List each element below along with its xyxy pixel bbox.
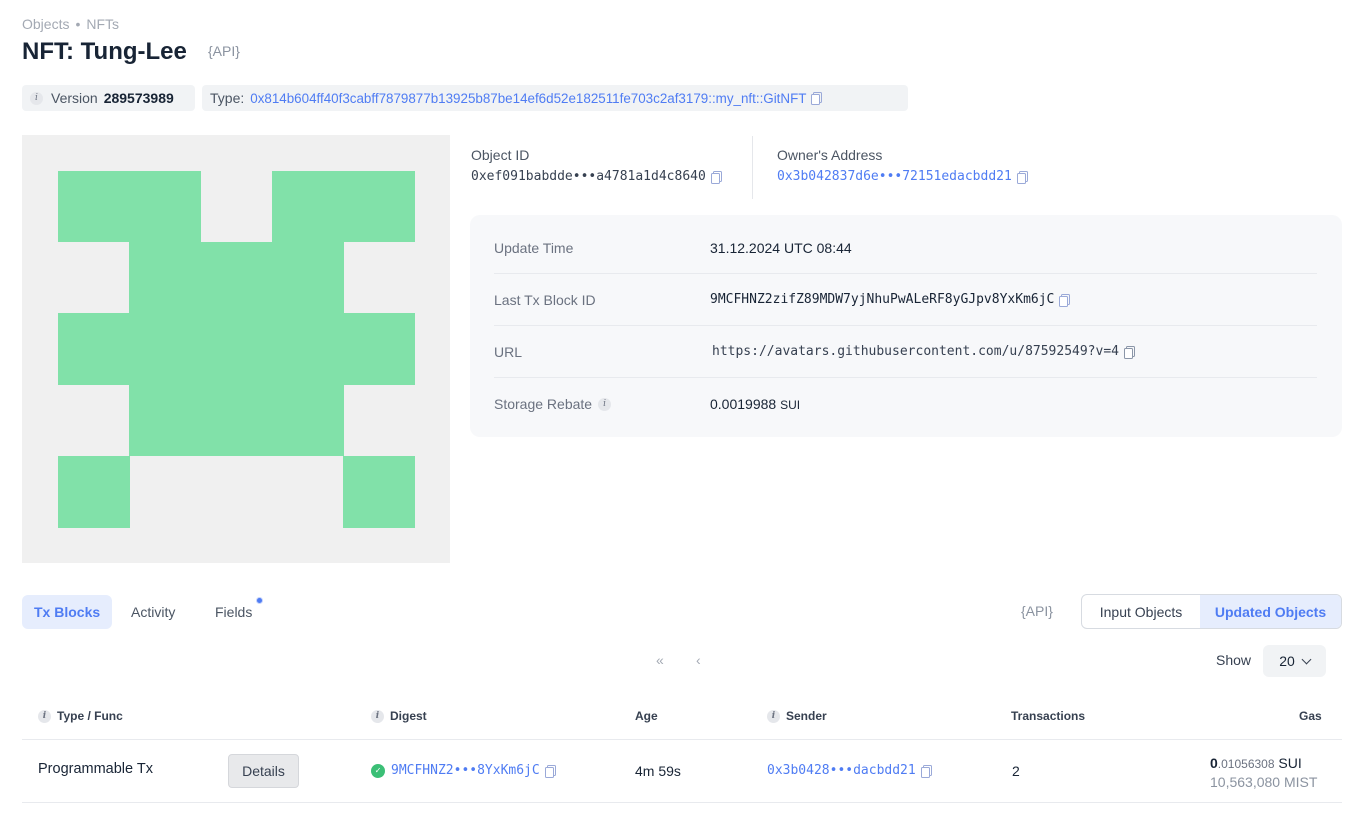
last-tx-link[interactable]: 9MCFHNZ2zifZ89MDW7yjNhuPwALeRF8yGJpv8YxK… [710,292,1054,307]
version-pill: i Version 289573989 [22,85,195,111]
show-label: Show [1216,652,1252,668]
api-button[interactable]: {API} [208,43,240,59]
owner-label: Owner's Address [777,147,883,163]
updated-objects-option[interactable]: Updated Objects [1200,595,1341,628]
input-objects-option[interactable]: Input Objects [1082,595,1200,628]
copy-icon[interactable] [1059,293,1071,307]
digest-link[interactable]: 9MCFHNZ2•••8YxKm6jC [391,763,540,778]
copy-icon[interactable] [811,92,823,105]
notification-dot [256,597,263,604]
owner-address-link[interactable]: 0x3b042837d6e•••72151edacbdd21 [777,169,1012,184]
copy-icon[interactable] [544,764,556,778]
objects-toggle: Input Objects Updated Objects [1081,594,1342,629]
copy-icon[interactable] [1016,170,1028,184]
info-icon[interactable]: i [371,709,384,723]
detail-row-storage-rebate: Storage Rebate i 0.0019988 SUI [494,378,1317,430]
object-id-block: Object ID 0xef091babdde•••a4781a1d4c8640 [471,147,722,184]
nft-pixel [129,385,344,456]
object-id-label: Object ID [471,147,530,163]
type-label: Type: [210,90,245,106]
nft-image [22,135,450,563]
breadcrumb-separator: • [75,16,81,32]
col-header-gas: Gas [1299,709,1322,723]
col-header-transactions: Transactions [1011,709,1086,723]
copy-icon[interactable] [1124,345,1135,359]
detail-row-url: URL https://avatars.githubusercontent.co… [494,326,1317,378]
detail-value: 31.12.2024 UTC 08:44 [710,239,852,256]
page-size-value: 20 [1279,653,1295,669]
breadcrumb-objects[interactable]: Objects [22,16,69,32]
detail-label: Update Time [494,239,574,256]
gas-mist: 10,563,080 MIST [1210,774,1318,790]
gas-value: 0.01056308 SUI 10,563,080 MIST [1210,755,1318,790]
divider [22,802,1342,803]
nft-pixel [129,242,344,313]
page-title: NFT: Tung-Lee [22,38,187,65]
sender-link[interactable]: 0x3b0428•••dacbdd21 [767,763,916,778]
prev-page-icon[interactable]: ‹ [696,652,701,668]
type-pill: Type: 0x814b604ff40f3cabff7879877b13925b… [202,85,908,111]
detail-row-last-tx: Last Tx Block ID 9MCFHNZ2zifZ89MDW7yjNhu… [494,274,1317,326]
breadcrumb: Objects • NFTs [22,16,119,32]
info-icon[interactable]: i [767,709,780,723]
divider [22,739,1342,740]
details-button[interactable]: Details [228,754,299,788]
storage-rebate-unit: SUI [780,398,801,412]
transactions-value: 2 [1012,763,1020,779]
detail-label: Storage Rebate [494,396,593,412]
detail-label: Last Tx Block ID [494,291,596,308]
tab-activity[interactable]: Activity [119,595,187,629]
nft-pixel [58,456,130,528]
nft-pixel [58,171,201,242]
col-header-sender: i Sender [767,709,827,723]
version-label: Version [51,90,98,106]
url-value: https://avatars.githubusercontent.com/u/… [712,344,1119,359]
version-value: 289573989 [103,90,174,106]
copy-icon[interactable] [710,170,722,184]
info-icon: i [30,91,43,105]
tx-type: Programmable Tx [38,761,153,777]
first-page-icon[interactable]: « [656,652,664,668]
details-card: Update Time 31.12.2024 UTC 08:44 Last Tx… [470,215,1342,437]
detail-label: URL [494,343,523,360]
nft-pixel [272,171,415,242]
nft-pixel [343,456,415,528]
page-size-select[interactable]: 20 [1263,645,1326,677]
copy-icon[interactable] [920,764,932,778]
info-icon[interactable]: i [598,397,612,411]
breadcrumb-nfts[interactable]: NFTs [86,16,119,32]
col-header-age: Age [635,709,658,723]
col-header-digest: i Digest [371,709,427,723]
type-link[interactable]: 0x814b604ff40f3cabff7879877b13925b87be14… [250,91,806,106]
owner-block: Owner's Address 0x3b042837d6e•••72151eda… [777,147,1028,184]
info-icon[interactable]: i [38,709,51,723]
api-button[interactable]: {API} [1021,603,1053,619]
detail-row-update-time: Update Time 31.12.2024 UTC 08:44 [494,222,1317,274]
col-header-type: i Type / Func [38,709,123,723]
chevron-down-icon [1301,654,1312,664]
tab-tx-blocks[interactable]: Tx Blocks [22,595,113,629]
storage-rebate-value: 0.0019988 [710,396,777,412]
divider [752,136,753,199]
object-id-value: 0xef091babdde•••a4781a1d4c8640 [471,169,706,184]
nft-pixel [58,313,415,385]
success-check-icon: ✓ [371,763,385,778]
age-value: 4m 59s [635,763,681,779]
